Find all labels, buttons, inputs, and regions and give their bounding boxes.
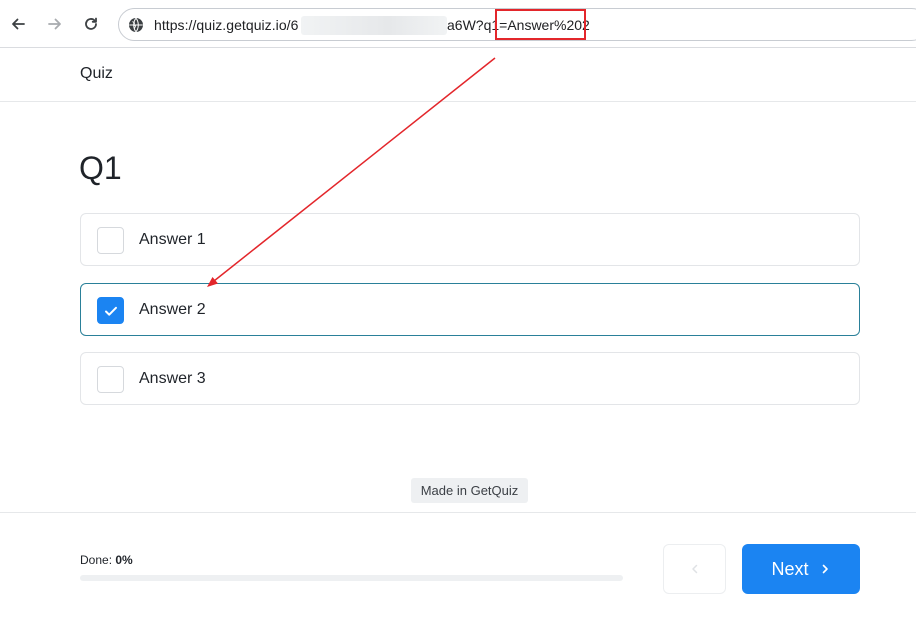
chevron-right-icon bbox=[822, 564, 828, 574]
progress-bar bbox=[80, 575, 623, 581]
reload-icon bbox=[85, 17, 97, 30]
progress-label-text: Done: bbox=[80, 553, 113, 567]
url-text[interactable]: https://quiz.getquiz.io/6 bbox=[154, 17, 298, 33]
answer-1-checkbox[interactable] bbox=[97, 227, 124, 254]
answer-3-checkbox[interactable] bbox=[97, 366, 124, 393]
answer-option-1[interactable]: Answer 1 bbox=[80, 213, 860, 266]
quiz-footer: Done: 0% Next bbox=[0, 512, 916, 618]
next-button-label: Next bbox=[771, 558, 809, 579]
reload-button[interactable] bbox=[77, 10, 105, 38]
site-title: Quiz bbox=[80, 65, 113, 82]
globe-icon[interactable] bbox=[128, 17, 144, 33]
progress-label: Done: 0% bbox=[80, 553, 133, 567]
arrow-left-icon bbox=[12, 18, 25, 30]
url-redacted-segment bbox=[301, 16, 447, 35]
answer-2-checkbox[interactable] bbox=[97, 297, 124, 324]
chevron-left-icon bbox=[691, 564, 697, 574]
answer-1-label: Answer 1 bbox=[139, 231, 206, 248]
previous-button[interactable] bbox=[663, 544, 726, 594]
browser-toolbar: https://quiz.getquiz.io/6 a6W?q1=Answer%… bbox=[0, 0, 916, 48]
answer-3-label: Answer 3 bbox=[139, 370, 206, 387]
answer-option-3[interactable]: Answer 3 bbox=[80, 352, 860, 405]
arrow-right-icon bbox=[48, 18, 61, 30]
forward-button[interactable] bbox=[41, 10, 69, 38]
answer-2-label: Answer 2 bbox=[139, 301, 206, 318]
progress-value: 0% bbox=[115, 553, 133, 567]
site-header: Quiz bbox=[0, 49, 916, 102]
question-title: Q1 bbox=[79, 150, 122, 186]
made-in-getquiz-badge[interactable]: Made in GetQuiz bbox=[411, 478, 528, 503]
url-query-highlight bbox=[495, 9, 586, 40]
back-button[interactable] bbox=[4, 10, 32, 38]
next-button[interactable]: Next bbox=[742, 544, 860, 594]
answer-option-2[interactable]: Answer 2 bbox=[80, 283, 860, 336]
check-icon bbox=[104, 306, 117, 316]
